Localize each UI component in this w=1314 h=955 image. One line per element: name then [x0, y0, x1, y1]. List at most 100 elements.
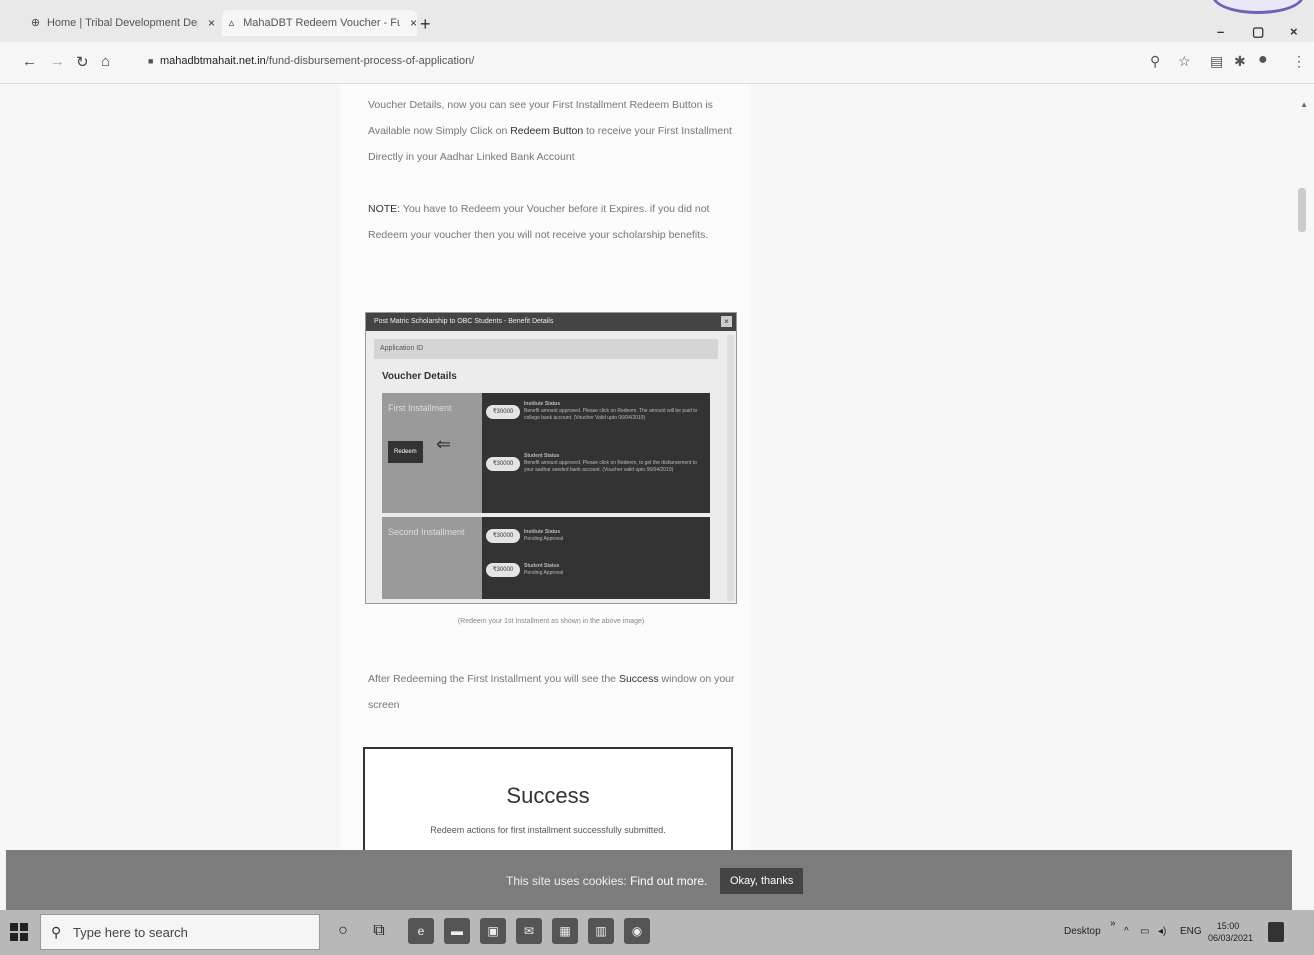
amount-pill: ₹30000 — [486, 529, 520, 543]
first-installment-status: ₹30000 Institute Status Benefit amount ap… — [482, 393, 710, 513]
cortana-icon[interactable]: ○ — [330, 918, 356, 944]
mail-icon[interactable]: ✉ — [516, 918, 542, 944]
success-message: Redeem actions for first installment suc… — [430, 825, 666, 835]
tab-title: Home | Tribal Development Dep... — [46, 17, 198, 29]
windows-start-icon[interactable] — [10, 923, 28, 941]
success-title: Success — [506, 783, 590, 808]
search-icon: ⚲ — [51, 924, 62, 940]
application-id-row: Application ID — [374, 339, 718, 359]
institute-status: Institute Status Pending Approval — [524, 529, 704, 543]
notification-icon[interactable] — [1268, 922, 1284, 942]
first-installment-label: First Installment — [388, 403, 452, 413]
browser-tab-strip: ⊕ Home | Tribal Development Dep... × ▵ M… — [0, 0, 1314, 42]
student-status-label: Student Status — [524, 563, 560, 569]
page-content: Voucher Details, now you can see your Fi… — [0, 84, 1314, 850]
pending-text: Pending Approval — [524, 570, 564, 576]
language-indicator[interactable]: ENG — [1180, 926, 1202, 937]
print-icon[interactable]: ▤ — [1210, 53, 1223, 70]
okay-thanks-button[interactable]: Okay, thanks — [720, 868, 804, 894]
institute-status-label: Institute Status — [524, 529, 561, 535]
close-window-button[interactable]: × — [1290, 24, 1298, 39]
page-scrollbar-thumb[interactable] — [1298, 188, 1306, 232]
cookie-banner: This site uses cookies: Find out more. O… — [6, 850, 1292, 910]
extension-icon[interactable]: ✱ — [1234, 53, 1246, 70]
paragraph-after-redeem: After Redeeming the First Installment yo… — [368, 666, 738, 718]
home-icon[interactable]: ⌂ — [101, 53, 110, 70]
redeem-button-emphasis: Redeem Button — [510, 125, 584, 137]
find-out-more-link[interactable]: Find out more. — [630, 874, 707, 888]
back-arrow-icon[interactable]: ← — [22, 53, 37, 70]
tab-tribal-development[interactable]: ⊕ Home | Tribal Development Dep... × — [30, 10, 215, 36]
tab-close-icon[interactable]: × — [208, 16, 215, 30]
new-tab-button[interactable]: + — [420, 14, 431, 35]
amount-pill: ₹30000 — [486, 457, 520, 471]
globe-icon: ⊕ — [30, 17, 41, 29]
maximize-button[interactable]: ▢ — [1252, 24, 1264, 40]
amount-pill: ₹30000 — [486, 405, 520, 419]
text: You have to Redeem your Voucher before i… — [368, 203, 710, 241]
pending-text: Pending Approval — [524, 536, 564, 542]
bookmark-star-icon[interactable]: ☆ — [1178, 53, 1191, 70]
edge-icon[interactable]: e — [408, 918, 434, 944]
note-label: NOTE: — [368, 203, 401, 215]
app-icon[interactable]: ▥ — [588, 918, 614, 944]
page-icon: ▵ — [228, 17, 235, 29]
url-path: /fund-disbursement-process-of-applicatio… — [265, 55, 475, 67]
profile-icon[interactable]: ● — [1258, 51, 1268, 69]
taskbar-search-box[interactable]: ⚲ Type here to search — [40, 914, 320, 950]
student-status-label: Student Status — [524, 453, 560, 459]
volume-icon[interactable]: ◂) — [1158, 926, 1166, 937]
student-status-text: Benefit amount approved. Please click on… — [524, 460, 697, 473]
desktop-toolbar[interactable]: Desktop — [1064, 926, 1101, 937]
voucher-details-heading: Voucher Details — [382, 371, 457, 382]
toolbar-expand-icon[interactable]: » — [1110, 918, 1116, 929]
student-status: Student Status Benefit amount approved. P… — [524, 453, 704, 474]
amount-pill: ₹30000 — [486, 563, 520, 577]
embedded-voucher-screenshot: Post Matric Scholarship to OBC Students … — [365, 312, 737, 604]
store-icon[interactable]: ▣ — [480, 918, 506, 944]
network-icon[interactable]: ▭ — [1140, 926, 1149, 937]
tab-close-icon[interactable]: × — [410, 16, 417, 30]
screen: ⊕ Home | Tribal Development Dep... × ▵ M… — [0, 0, 1314, 955]
seal-stamp — [1212, 0, 1304, 14]
success-emphasis: Success — [618, 673, 659, 685]
embedded-title: Post Matric Scholarship to OBC Students … — [374, 318, 554, 325]
paragraph-redeem-instructions: Voucher Details, now you can see your Fi… — [368, 92, 738, 170]
minimize-button[interactable]: – — [1217, 24, 1224, 39]
search-placeholder: Type here to search — [73, 925, 188, 940]
second-installment-status: ₹30000 Institute Status Pending Approval … — [482, 517, 710, 599]
scroll-up-icon[interactable]: ▲ — [1300, 100, 1308, 109]
second-installment-label: Second Installment — [388, 527, 465, 537]
chrome-icon[interactable]: ◉ — [624, 918, 650, 944]
left-arrow-icon: ⇐ — [436, 434, 452, 454]
text: After Redeeming the First Installment yo… — [368, 673, 619, 685]
image-caption: (Redeem your 1st Installment as shown in… — [457, 618, 645, 625]
url-field[interactable]: mahadbtmahait.net.in/fund-disbursement-p… — [160, 55, 474, 67]
clock-time: 15:00 — [1216, 921, 1240, 931]
institute-status-text: Benefit amount approved. Please click on… — [524, 408, 698, 421]
forward-arrow-icon[interactable]: → — [50, 53, 65, 70]
institute-status: Institute Status Benefit amount approved.… — [524, 401, 704, 422]
file-explorer-icon[interactable]: ▬ — [444, 918, 470, 944]
windows-taskbar: ⚲ Type here to search ○ ⧉ e ▬ ▣ ✉ ▦ ▥ ◉ … — [0, 910, 1314, 955]
student-status: Student Status Pending Approval — [524, 563, 704, 577]
success-window-image: Success Redeem actions for first install… — [363, 747, 733, 850]
cookie-text: This site uses cookies: Find out more. — [506, 874, 707, 888]
taskbar-clock[interactable]: 15:00 06/03/2021 — [1208, 920, 1254, 944]
clock-date: 06/03/2021 — [1208, 933, 1254, 943]
tray-chevron-up-icon[interactable]: ^ — [1124, 926, 1129, 937]
lock-icon: ■ — [148, 56, 154, 66]
zoom-icon[interactable]: ⚲ — [1150, 53, 1160, 70]
app-icon[interactable]: ▦ — [552, 918, 578, 944]
task-view-icon[interactable]: ⧉ — [366, 918, 392, 944]
cookie-message: This site uses cookies: — [506, 874, 631, 888]
embedded-scrollbar — [727, 335, 734, 601]
reload-icon[interactable]: ↻ — [76, 53, 89, 71]
embedded-title-bar: Post Matric Scholarship to OBC Students … — [366, 313, 736, 331]
tab-mahadbt-redeem[interactable]: ▵ MahaDBT Redeem Voucher - Fu... × — [222, 10, 417, 36]
embedded-redeem-button: Redeem — [388, 441, 423, 463]
address-bar: ← → ↻ ⌂ ■ mahadbtmahait.net.in/fund-disb… — [0, 42, 1314, 84]
url-domain: mahadbtmahait.net.in — [160, 55, 266, 67]
menu-icon[interactable]: ⋮ — [1292, 53, 1306, 70]
first-installment-panel: First Installment Redeem ⇐ — [382, 393, 482, 513]
